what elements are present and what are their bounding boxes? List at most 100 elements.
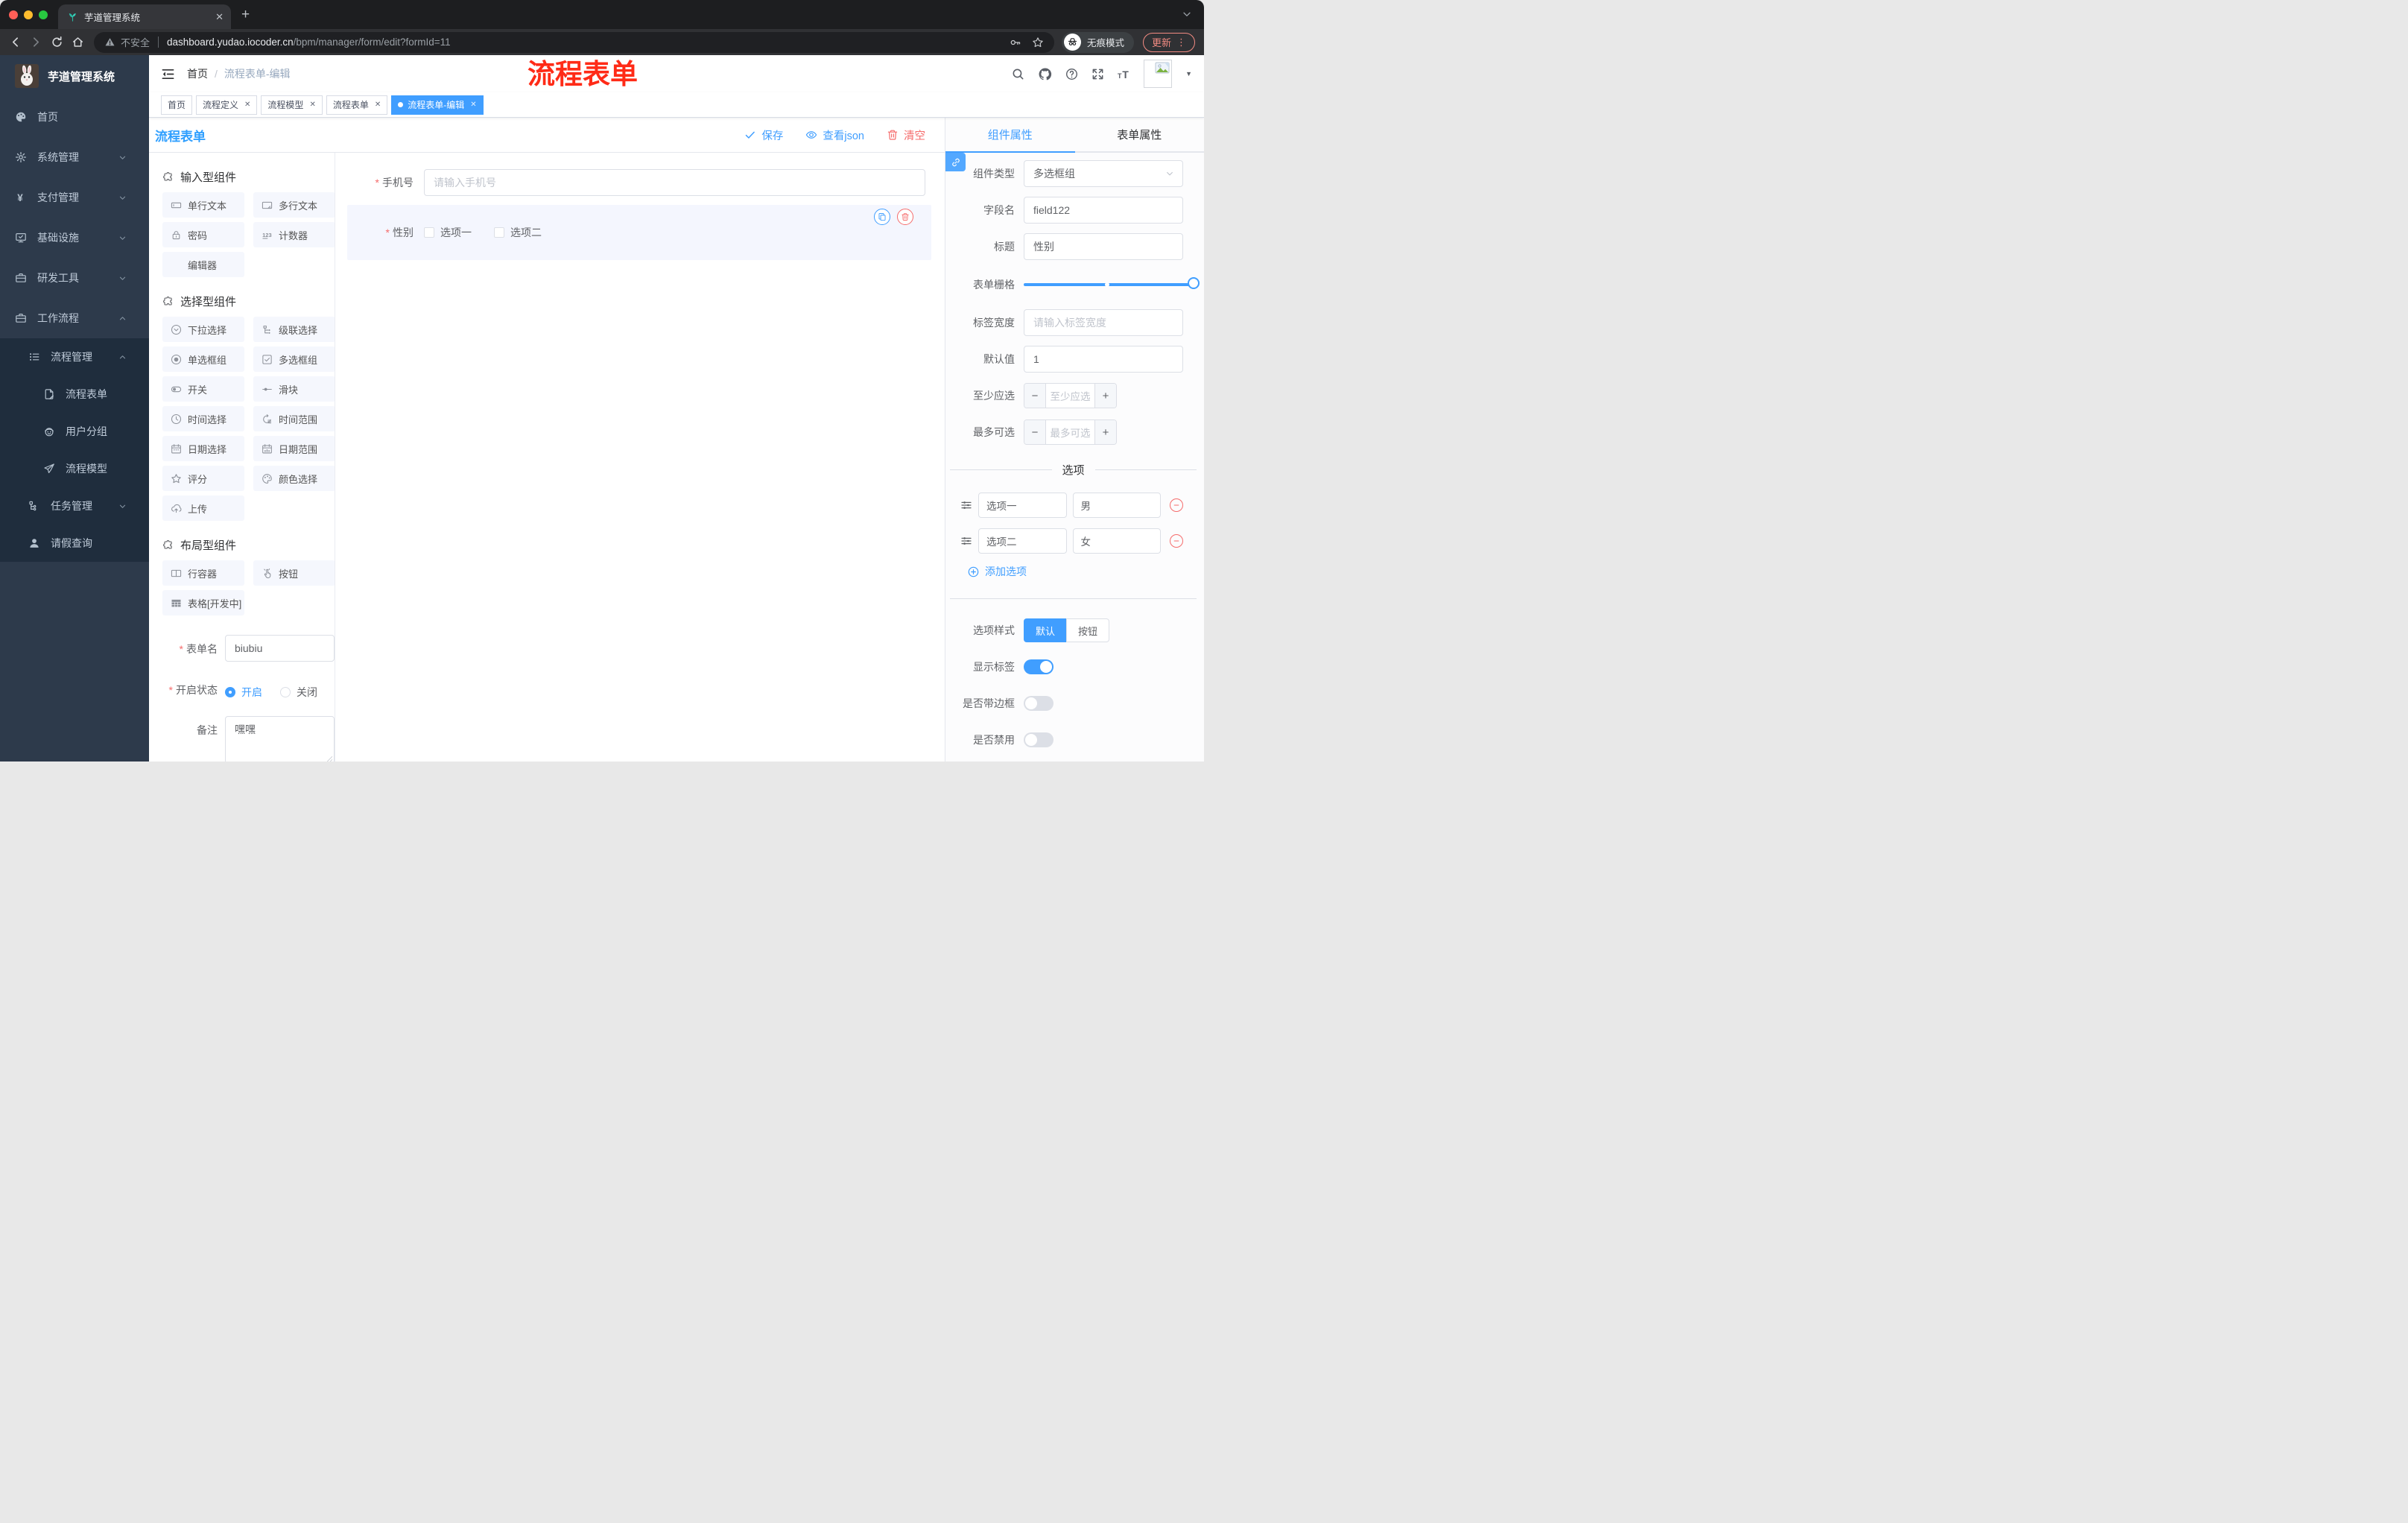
palette-item[interactable]: 单行文本 — [162, 192, 244, 218]
palette-item[interactable]: 按钮 — [253, 560, 335, 586]
sidebar-item-8[interactable]: 流程表单 — [0, 376, 149, 413]
sidebar-item-2[interactable]: 系统管理 — [0, 137, 149, 177]
avatar[interactable] — [1144, 60, 1173, 88]
stepper-increase-button[interactable]: + — [1094, 384, 1116, 408]
option-value-input[interactable] — [1072, 493, 1161, 518]
fullscreen-icon[interactable] — [1091, 68, 1104, 80]
palette-item[interactable]: 多行文本 — [253, 192, 335, 218]
palette-item[interactable]: 滑块 — [253, 376, 335, 402]
address-bar[interactable]: 不安全 dashboard.yudao.iocoder.cn/bpm/manag… — [94, 31, 1054, 53]
min-checked-placeholder[interactable]: 至少应选 — [1046, 384, 1094, 408]
toggle-switch[interactable] — [1024, 732, 1054, 747]
form-name-input[interactable] — [225, 635, 335, 662]
toggle-switch[interactable] — [1024, 696, 1054, 711]
inspector-tab-2[interactable]: 表单属性 — [1075, 118, 1205, 151]
sidebar-item-3[interactable]: ¥ 支付管理 — [0, 177, 149, 218]
phone-field-row[interactable]: 手机号 — [335, 169, 945, 196]
help-question-icon[interactable] — [1065, 68, 1078, 80]
slider-thumb[interactable] — [1188, 277, 1200, 289]
tag-close-icon[interactable]: ✕ — [309, 101, 315, 109]
max-checked-placeholder[interactable]: 最多可选 — [1046, 420, 1094, 444]
font-size-icon[interactable]: TT — [1118, 68, 1130, 80]
forward-button[interactable] — [25, 32, 46, 53]
palette-item[interactable]: 123 计数器 — [253, 222, 335, 247]
gender-checkbox-2[interactable]: 选项二 — [494, 225, 542, 240]
new-tab-button[interactable]: + — [241, 0, 250, 29]
stepper-increase-button[interactable]: + — [1094, 420, 1116, 444]
style-option-2[interactable]: 按钮 — [1066, 618, 1110, 642]
tag-close-icon[interactable]: ✕ — [375, 101, 381, 109]
clear-button[interactable]: 清空 — [887, 127, 925, 143]
grid-slider[interactable] — [1024, 277, 1200, 289]
option-value-input[interactable] — [1072, 528, 1161, 554]
form-canvas[interactable]: 手机号 性别 选项一 选项二 — [335, 153, 945, 762]
palette-item[interactable]: 时间范围 — [253, 406, 335, 431]
palette-item[interactable]: 编辑器 — [162, 252, 244, 277]
tag-close-icon[interactable]: ✕ — [244, 101, 250, 109]
bookmark-star-icon[interactable] — [1032, 37, 1044, 48]
palette-item[interactable]: 下拉选择 — [162, 317, 244, 342]
field-name-input[interactable] — [1024, 197, 1183, 224]
dock-handle[interactable] — [945, 153, 966, 171]
field-title-input[interactable] — [1024, 233, 1183, 260]
home-button[interactable] — [67, 32, 88, 53]
form-remark-textarea[interactable]: 嘿嘿 — [225, 716, 335, 762]
palette-item[interactable]: 级联选择 — [253, 317, 335, 342]
sidebar-item-6[interactable]: 工作流程 — [0, 298, 149, 338]
label-width-input[interactable] — [1024, 309, 1183, 336]
option-name-input[interactable] — [978, 528, 1067, 554]
browser-tab[interactable]: 芋道管理系统 ✕ — [58, 4, 231, 29]
status-radio-1[interactable]: 开启 — [225, 685, 262, 700]
palette-item[interactable]: 开关 — [162, 376, 244, 402]
toggle-switch[interactable] — [1024, 659, 1054, 674]
status-radio-2[interactable]: 关闭 — [280, 685, 317, 700]
stepper-decrease-button[interactable]: − — [1024, 420, 1046, 444]
component-type-select[interactable]: 多选框组 — [1024, 160, 1183, 187]
github-icon[interactable] — [1038, 67, 1052, 81]
palette-item[interactable]: 上传 — [162, 495, 244, 521]
palette-item[interactable]: 评分 — [162, 466, 244, 491]
stepper-decrease-button[interactable]: − — [1024, 384, 1046, 408]
gender-checkbox-1[interactable]: 选项一 — [424, 225, 472, 240]
palette-item[interactable]: 颜色选择 — [253, 466, 335, 491]
avatar-dropdown-icon[interactable]: ▼ — [1185, 70, 1192, 77]
phone-input[interactable] — [424, 169, 925, 196]
breadcrumb-home[interactable]: 首页 — [187, 66, 208, 81]
palette-item[interactable]: 表格[开发中] — [162, 590, 244, 615]
sidebar-item-7[interactable]: 流程管理 — [0, 338, 149, 376]
tag-3[interactable]: 流程模型 ✕ — [261, 95, 323, 115]
save-button[interactable]: 保存 — [744, 127, 783, 143]
palette-item[interactable]: 单选框组 — [162, 346, 244, 372]
remove-option-button[interactable] — [1170, 534, 1183, 548]
traffic-light-minimize-button[interactable] — [24, 10, 33, 19]
tag-1[interactable]: 首页 — [161, 95, 193, 115]
default-value-input[interactable] — [1024, 346, 1183, 373]
tab-search-chevron-icon[interactable] — [1182, 9, 1192, 19]
back-button[interactable] — [4, 32, 25, 53]
tab-close-icon[interactable]: ✕ — [215, 11, 224, 23]
tag-4[interactable]: 流程表单 ✕ — [326, 95, 388, 115]
selected-gender-field[interactable]: 性别 选项一 选项二 — [347, 205, 931, 260]
sidebar-item-5[interactable]: 研发工具 — [0, 258, 149, 298]
palette-item[interactable]: 密码 — [162, 222, 244, 247]
search-icon[interactable] — [1012, 68, 1024, 80]
palette-item[interactable]: 行容器 — [162, 560, 244, 586]
option-name-input[interactable] — [978, 493, 1067, 518]
sidebar-item-4[interactable]: 基础设施 — [0, 218, 149, 258]
tag-close-icon[interactable]: ✕ — [470, 101, 476, 109]
remove-option-button[interactable] — [1170, 498, 1183, 512]
sidebar-item-10[interactable]: 流程模型 — [0, 450, 149, 487]
palette-item[interactable]: 时间选择 — [162, 406, 244, 431]
password-key-icon[interactable] — [1010, 37, 1021, 48]
checkbox-icon[interactable] — [424, 227, 434, 238]
chrome-update-button[interactable]: 更新 ⋮ — [1142, 32, 1195, 52]
inspector-tab-1[interactable]: 组件属性 — [945, 118, 1075, 153]
sidebar-collapse-icon[interactable] — [161, 67, 175, 81]
checkbox-icon[interactable] — [494, 227, 504, 238]
sidebar-logo[interactable]: 芋道管理系统 — [0, 55, 149, 97]
reload-button[interactable] — [46, 32, 67, 53]
sidebar-item-1[interactable]: 首页 — [0, 97, 149, 137]
palette-item[interactable]: 日期选择 — [162, 436, 244, 461]
sidebar-item-12[interactable]: 请假查询 — [0, 525, 149, 562]
traffic-light-maximize-button[interactable] — [39, 10, 48, 19]
